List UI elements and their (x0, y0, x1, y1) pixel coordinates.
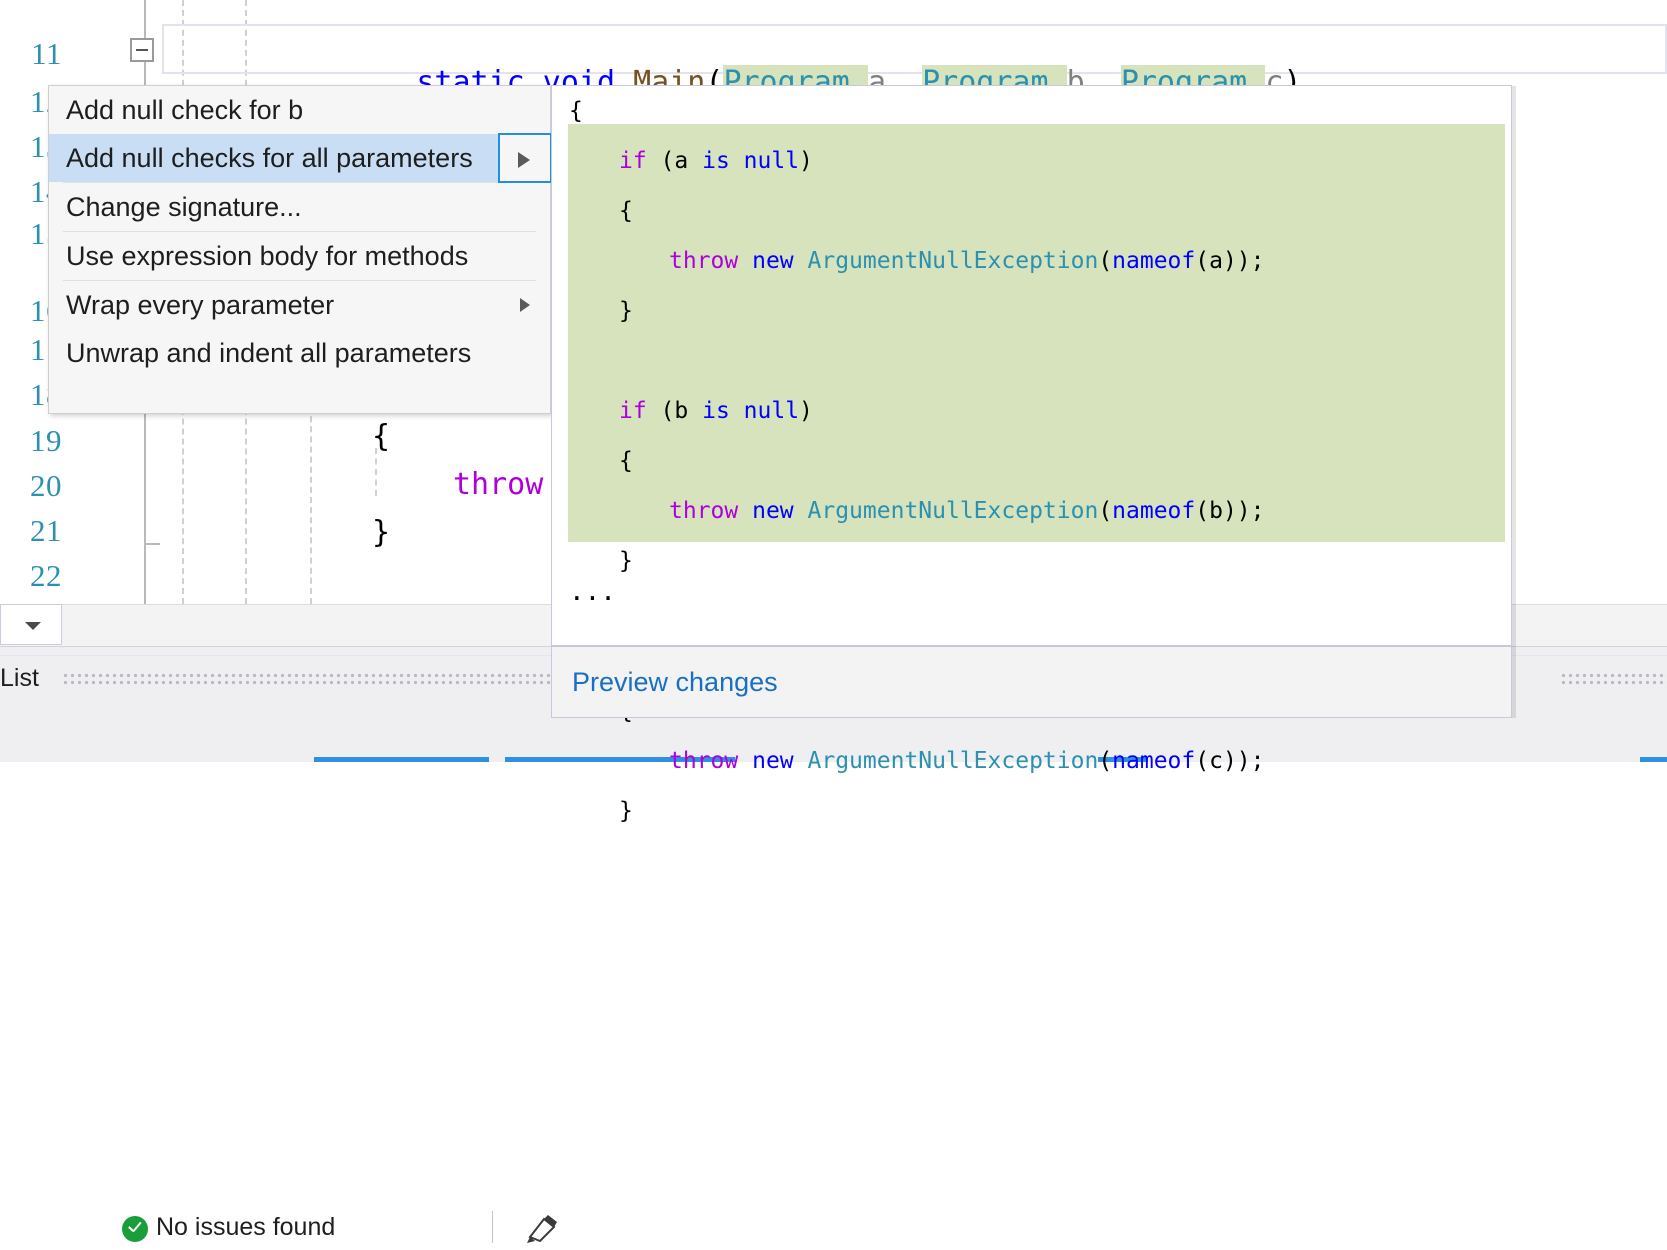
preview-code-token: ) (799, 148, 813, 174)
line-number: 11 (31, 36, 62, 71)
vs-editor-window: 11 12 13 14 15 16 17 18 19 20 21 22 stat… (0, 0, 1667, 1243)
menu-item-add-null-check-for-b[interactable]: Add null check for b (49, 86, 550, 134)
preview-changes-link[interactable]: Preview changes (572, 667, 778, 698)
menu-item-label: Wrap every parameter (66, 289, 335, 320)
menu-item-label: Add null checks for all parameters (66, 142, 473, 173)
status-divider (492, 1211, 493, 1243)
preview-ellipsis: ... (569, 577, 616, 607)
menu-item-label: Change signature... (66, 191, 302, 222)
pen-icon[interactable] (524, 1211, 560, 1245)
menu-item-unwrap-and-indent-all-parameters[interactable]: Unwrap and indent all parameters (49, 329, 550, 377)
preview-code-token: ( (1098, 248, 1113, 274)
list-label: List (0, 664, 39, 692)
preview-code-token: ) (799, 398, 813, 424)
menu-item-change-signature[interactable]: Change signature... (49, 183, 550, 231)
indent-guide (310, 396, 312, 604)
preview-code-token: ( (1098, 498, 1113, 524)
collapse-minus-icon[interactable] (130, 38, 154, 62)
menu-item-label: Use expression body for methods (66, 240, 469, 271)
preview-code-token: (b)); (1195, 498, 1265, 524)
preview-code-token: } (619, 548, 633, 574)
preview-code-token: ( (1098, 748, 1113, 774)
preview-code-token: (a (646, 148, 703, 174)
taskbar-item[interactable] (314, 757, 489, 762)
submenu-expand-button[interactable] (498, 133, 552, 183)
code-line-brace-open: { (372, 419, 391, 454)
preview-code-line: throw new ArgumentNullException(nameof(b… (669, 500, 1265, 523)
preview-code-token: { (619, 448, 633, 474)
preview-code-token: (a)); (1195, 248, 1265, 274)
code-line-brace-close: } (372, 515, 391, 550)
preview-code-token: } (619, 798, 633, 824)
chevron-down-icon (25, 622, 41, 630)
preview-code-token (730, 148, 744, 174)
preview-code-token: ArgumentNullException (807, 248, 1099, 274)
preview-code-token: { (569, 98, 583, 124)
preview-code-token (794, 498, 808, 524)
preview-code-line: } (619, 800, 633, 823)
dotted-filler (62, 672, 552, 688)
panel-shadow (1512, 86, 1516, 718)
zoom-dropdown[interactable] (0, 604, 62, 645)
preview-code-token: nameof (1112, 498, 1196, 524)
status-message: No issues found (156, 1213, 336, 1241)
preview-code-token: } (619, 298, 633, 324)
preview-code-line: { (619, 200, 633, 223)
preview-code-token: if (619, 148, 647, 174)
menu-item-label: Unwrap and indent all parameters (66, 337, 472, 368)
preview-code-line: { (569, 100, 583, 123)
preview-code-token: is (702, 398, 730, 424)
preview-code-token: ArgumentNullException (807, 748, 1099, 774)
code-line-throw: throw (453, 467, 544, 502)
preview-code-token: ArgumentNullException (807, 498, 1099, 524)
preview-code-token (794, 748, 808, 774)
preview-code-token: null (743, 398, 800, 424)
preview-code-token (738, 748, 752, 774)
preview-code-token: throw (669, 498, 739, 524)
preview-code-token: (c)); (1195, 748, 1265, 774)
line-number: 21 (30, 513, 62, 548)
menu-item-use-expression-body-for-methods[interactable]: Use expression body for methods (49, 232, 550, 280)
chevron-right-icon (520, 298, 530, 312)
preview-code-token (738, 498, 752, 524)
preview-code-token (730, 398, 744, 424)
menu-item-add-null-checks-for-all-parameters[interactable]: Add null checks for all parameters (49, 133, 552, 183)
preview-code-line: if (b is null) (619, 400, 813, 423)
preview-code-token (738, 248, 752, 274)
preview-code-token: new (752, 748, 794, 774)
preview-code-token: throw (669, 248, 739, 274)
line-number: 22 (30, 558, 62, 593)
preview-panel: { if (a is null) { throw new ArgumentNullEx… (551, 85, 1512, 823)
menu-item-wrap-every-parameter[interactable]: Wrap every parameter (49, 281, 550, 329)
preview-code-token (794, 248, 808, 274)
preview-code-token: nameof (1112, 748, 1196, 774)
preview-code-line: if (a is null) (619, 150, 813, 173)
outlining-end-marker (144, 543, 160, 545)
preview-code-token: throw (669, 748, 739, 774)
line-number: 20 (30, 468, 62, 503)
preview-code-token: new (752, 498, 794, 524)
taskbar-item[interactable] (1640, 757, 1667, 762)
chevron-right-icon (518, 152, 530, 168)
preview-footer: Preview changes (551, 646, 1512, 718)
indent-guide (375, 448, 377, 496)
dotted-filler (1560, 672, 1667, 688)
line-number: 19 (30, 423, 62, 458)
preview-code-token: is (702, 148, 730, 174)
preview-code-line: } (619, 550, 633, 573)
diff-added-region (568, 124, 1505, 542)
preview-code-token: new (752, 248, 794, 274)
preview-code-line: } (619, 300, 633, 323)
quick-actions-context-menu[interactable]: Add null check for b Add null checks for… (48, 85, 552, 414)
preview-code-token: nameof (1112, 248, 1196, 274)
preview-code-token: if (619, 398, 647, 424)
preview-code-token: { (619, 198, 633, 224)
preview-code-line: throw new ArgumentNullException(nameof(a… (669, 250, 1265, 273)
success-check-icon (122, 1216, 148, 1242)
preview-code-token: (b (646, 398, 703, 424)
menu-item-label: Add null check for b (66, 94, 304, 125)
preview-code-token: null (743, 148, 800, 174)
preview-code-line: { (619, 450, 633, 473)
